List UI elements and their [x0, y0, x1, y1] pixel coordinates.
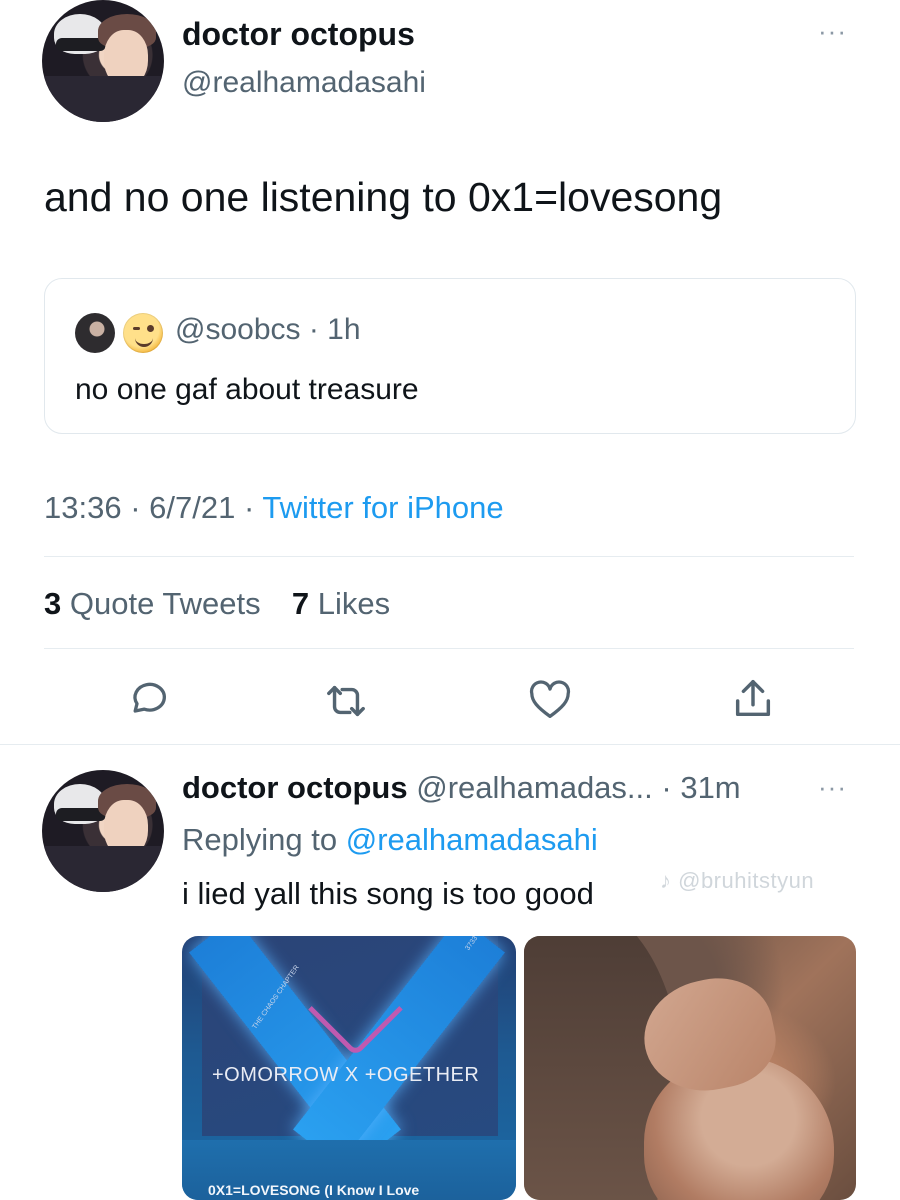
quoted-text: no one gaf about treasure [75, 373, 419, 406]
media-album-cover[interactable]: THE CHAOS CHAPTER 3733 +OMORROW X +OGETH… [182, 936, 516, 1200]
meta-separator-2: · [243, 490, 255, 525]
quoted-username[interactable]: @soobcs · 1h [175, 313, 361, 347]
reply-display-name[interactable]: doctor octopus [182, 770, 408, 805]
username[interactable]: @realhamadasahi [182, 66, 426, 100]
quoted-avatar [75, 313, 115, 353]
heart-icon[interactable] [528, 680, 572, 720]
reply-username[interactable]: @realhamadas... [416, 770, 653, 805]
reply-time: · 31m [661, 770, 741, 805]
quoted-time: · 1h [308, 313, 361, 346]
replying-to: Replying to @realhamadasahi [182, 822, 598, 858]
album-group-name: +OMORROW X +OGETHER [212, 1064, 480, 1086]
divider [0, 744, 900, 745]
quoted-tweet-card[interactable]: @soobcs · 1h no one gaf about treasure [44, 278, 856, 434]
avatar-body-shape [42, 76, 164, 122]
likes-stat[interactable]: 7 Likes [292, 586, 390, 621]
avatar-body-shape [42, 846, 164, 892]
divider [44, 648, 854, 649]
tweet-date: 6/7/21 [149, 490, 236, 525]
quote-label: Quote Tweets [69, 586, 261, 621]
more-options-icon[interactable]: ··· [818, 16, 847, 47]
tweet-text: and no one listening to 0x1=lovesong [44, 174, 723, 220]
reply-more-options-icon[interactable]: ··· [818, 772, 847, 803]
tweet-time: 13:36 [44, 490, 122, 525]
reply-avatar[interactable] [42, 770, 164, 892]
reply-text: i lied yall this song is too good [182, 876, 594, 911]
emoji-eye-left [133, 327, 140, 330]
tiktok-watermark: ♪ @bruhitstyun [660, 868, 815, 893]
quoted-handle[interactable]: @soobcs [175, 313, 301, 346]
quote-tweets-stat[interactable]: 3 Quote Tweets [44, 586, 261, 621]
reply-header: doctor octopus @realhamadas... · 31m [182, 770, 741, 806]
album-art: THE CHAOS CHAPTER 3733 +OMORROW X +OGETH… [189, 936, 505, 1166]
like-label: Likes [317, 586, 391, 621]
tweet-stats: 3 Quote Tweets 7 Likes [44, 586, 390, 622]
tweet-source-link[interactable]: Twitter for iPhone [262, 490, 503, 525]
divider [44, 556, 854, 557]
reply-icon[interactable] [126, 678, 170, 722]
like-count: 7 [291, 586, 310, 621]
quote-count: 3 [44, 586, 62, 621]
meta-separator-1: · [130, 490, 141, 525]
retweet-icon[interactable] [322, 680, 370, 722]
replying-to-link[interactable]: @realhamadasahi [346, 822, 598, 857]
album-song-title: 0X1=LOVESONG (I Know I Love [208, 1182, 420, 1198]
display-name[interactable]: doctor octopus [182, 16, 415, 53]
emoji-eye-right [147, 325, 154, 332]
tweet-meta: 13:36 · 6/7/21 · Twitter for iPhone [44, 490, 504, 526]
avatar[interactable] [42, 0, 164, 122]
replying-to-label: Replying to [182, 822, 338, 857]
share-icon[interactable] [730, 676, 776, 722]
media-photo[interactable] [524, 936, 856, 1200]
woozy-face-emoji-icon [123, 313, 163, 353]
emoji-mouth [135, 338, 153, 347]
